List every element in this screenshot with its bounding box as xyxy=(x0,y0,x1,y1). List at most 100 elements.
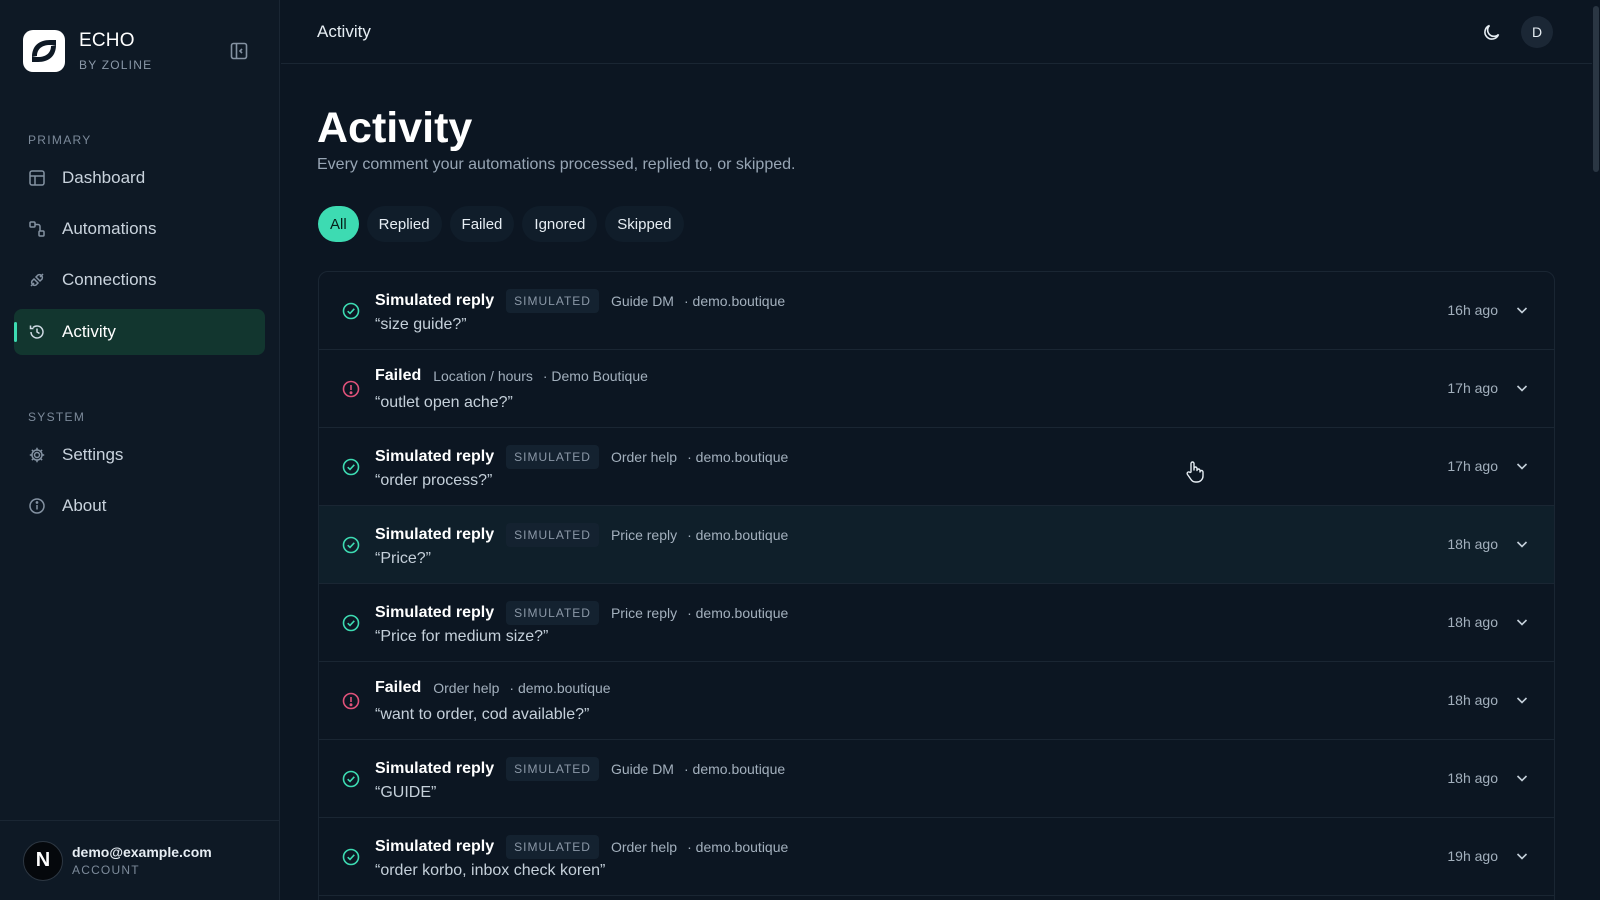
automation-name: Price reply xyxy=(610,605,678,621)
row-timestamp: 17h ago xyxy=(1447,458,1498,474)
row-status-title: Simulated reply xyxy=(375,760,495,777)
chevron-down-icon[interactable] xyxy=(1514,692,1530,708)
comment-text: “Price?” xyxy=(375,550,432,567)
activity-row[interactable]: Failed Location / hours · Demo Boutique … xyxy=(319,350,1554,428)
account-name: · demo.boutique xyxy=(683,293,786,309)
moon-icon[interactable] xyxy=(1481,21,1503,43)
check-circle-icon xyxy=(342,302,360,320)
check-circle-icon xyxy=(342,536,360,554)
history-icon xyxy=(29,325,44,339)
comment-text: “GUIDE” xyxy=(375,784,437,801)
account-email: demo@example.com xyxy=(72,844,212,860)
sidebar-item-activity[interactable]: Activity xyxy=(14,309,265,355)
layout-icon xyxy=(29,170,45,186)
account-name: · demo.boutique xyxy=(687,449,789,465)
sidebar-item-automations[interactable]: Automations xyxy=(14,206,265,252)
sidebar-item-dashboard[interactable]: Dashboard xyxy=(14,155,265,201)
brand-name: ECHO xyxy=(79,30,135,51)
scrollbar-thumb[interactable] xyxy=(1593,6,1599,172)
comment-text: “order process?” xyxy=(375,472,493,489)
comment-text: “order korbo, inbox check koren” xyxy=(375,862,606,879)
activity-row[interactable]: Failed Order help · demo.boutique “want … xyxy=(319,662,1554,740)
filter-ignored[interactable]: Ignored xyxy=(522,206,598,242)
activity-row[interactable]: Simulated reply SIMULATED Guide DM · dem… xyxy=(319,272,1554,350)
activity-row[interactable]: Simulated reply SIMULATED Order help · d… xyxy=(319,428,1554,506)
sidebar-item-label: Dashboard xyxy=(62,168,146,187)
filter-skipped[interactable]: Skipped xyxy=(605,206,684,242)
sidebar: ECHO BY ZOLINE PRIMARY Dashboard Automat… xyxy=(0,0,280,900)
sidebar-toggle-icon[interactable] xyxy=(229,41,249,61)
brand[interactable]: ECHO BY ZOLINE xyxy=(23,30,152,72)
filter-replied[interactable]: Replied xyxy=(366,206,442,242)
user-avatar[interactable]: D xyxy=(1521,16,1553,48)
sidebar-item-about[interactable]: About xyxy=(14,483,265,529)
check-circle-icon xyxy=(342,614,360,632)
info-icon xyxy=(29,498,45,514)
chevron-down-icon[interactable] xyxy=(1514,848,1530,864)
activity-row[interactable]: Simulated reply SIMULATED Price reply · … xyxy=(319,506,1554,584)
account-avatar[interactable]: N xyxy=(23,840,63,881)
filter-failed[interactable]: Failed xyxy=(449,206,515,242)
automation-name: Location / hours xyxy=(433,368,533,384)
plug-icon xyxy=(30,273,44,287)
row-timestamp: 18h ago xyxy=(1447,536,1498,552)
page-subtitle: Every comment your automations processed… xyxy=(317,156,796,173)
automation-name: Order help xyxy=(610,449,678,465)
brand-subtitle: BY ZOLINE xyxy=(79,58,153,72)
sidebar-item-label: Activity xyxy=(62,322,116,341)
sidebar-item-label: About xyxy=(62,496,107,515)
alert-circle-icon xyxy=(342,380,360,398)
chevron-down-icon[interactable] xyxy=(1514,458,1530,474)
automation-name: Order help xyxy=(433,680,500,696)
chevron-down-icon[interactable] xyxy=(1514,536,1530,552)
chevron-down-icon[interactable] xyxy=(1514,770,1530,786)
account-panel[interactable]: N demo@example.com ACCOUNT xyxy=(0,820,280,900)
account-name: · demo.boutique xyxy=(509,680,611,696)
simulated-badge: SIMULATED xyxy=(506,445,599,469)
row-status-title: Simulated reply xyxy=(375,448,495,465)
row-status-title: Simulated reply xyxy=(375,292,495,309)
account-name: · demo.boutique xyxy=(683,761,786,777)
filter-all[interactable]: All xyxy=(318,206,359,242)
sidebar-item-label: Connections xyxy=(62,270,157,289)
row-status-title: Failed xyxy=(375,679,422,696)
sidebar-item-connections[interactable]: Connections xyxy=(14,257,265,303)
topbar: Activity D xyxy=(281,0,1600,64)
activity-row[interactable]: Simulated reply SIMULATED Price reply · … xyxy=(319,584,1554,662)
echo-logo-icon xyxy=(23,30,65,72)
activity-list: Simulated reply SIMULATED Guide DM · dem… xyxy=(318,271,1555,900)
account-label: ACCOUNT xyxy=(72,863,140,877)
section-label-system: SYSTEM xyxy=(28,410,86,424)
activity-row[interactable]: Simulated reply SIMULATED Guide DM · dem… xyxy=(319,740,1554,818)
comment-text: “want to order, cod available?” xyxy=(375,706,590,723)
scrollbar[interactable] xyxy=(1592,0,1600,900)
row-status-title: Simulated reply xyxy=(375,604,495,621)
account-name: · Demo Boutique xyxy=(542,368,648,384)
simulated-badge: SIMULATED xyxy=(506,601,599,625)
account-name: · demo.boutique xyxy=(687,839,789,855)
sidebar-item-settings[interactable]: Settings xyxy=(14,432,265,478)
comment-text: “outlet open ache?” xyxy=(375,394,513,411)
row-timestamp: 19h ago xyxy=(1447,848,1498,864)
activity-row[interactable]: Simulated reply SIMULATED Order help · d… xyxy=(319,818,1554,896)
row-timestamp: 16h ago xyxy=(1447,302,1498,318)
row-timestamp: 18h ago xyxy=(1447,614,1498,630)
check-circle-icon xyxy=(342,458,360,476)
row-status-title: Simulated reply xyxy=(375,838,495,855)
chevron-down-icon[interactable] xyxy=(1514,614,1530,630)
row-timestamp: 18h ago xyxy=(1447,692,1498,708)
workflow-icon xyxy=(29,221,45,237)
comment-text: “Price for medium size?” xyxy=(375,628,549,645)
row-timestamp: 17h ago xyxy=(1447,380,1498,396)
chevron-down-icon[interactable] xyxy=(1514,380,1530,396)
sidebar-item-label: Automations xyxy=(62,219,157,238)
automation-name: Guide DM xyxy=(610,761,674,777)
comment-text: “size guide?” xyxy=(375,316,467,333)
automation-name: Order help xyxy=(610,839,678,855)
page-title: Activity xyxy=(317,104,473,152)
hand-cursor-icon xyxy=(1186,461,1204,483)
chevron-down-icon[interactable] xyxy=(1514,302,1530,318)
row-status-title: Simulated reply xyxy=(375,526,495,543)
section-label-primary: PRIMARY xyxy=(28,133,92,147)
simulated-badge: SIMULATED xyxy=(506,835,599,859)
